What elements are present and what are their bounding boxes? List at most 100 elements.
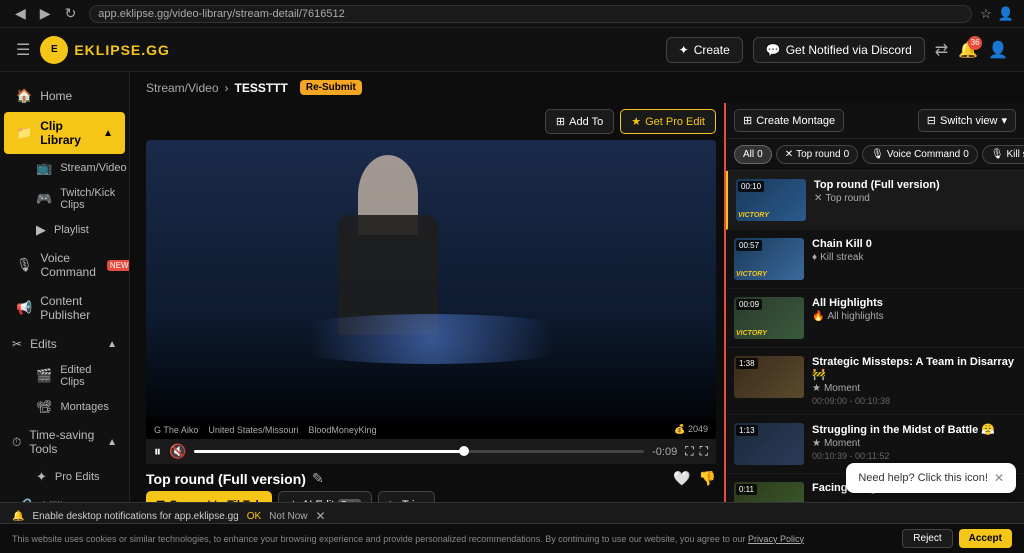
sidebar-item-content-publisher[interactable]: 📢 Content Publisher [4, 287, 125, 329]
add-to-button[interactable]: ⊞ Add To [545, 109, 614, 134]
video-placeholder: G The Aiko United States/Missouri BloodM… [146, 140, 716, 439]
clip-item[interactable]: 1:38 Strategic Missteps: A Team in Disar… [726, 348, 1024, 415]
filter-all-count: 0 [757, 149, 763, 160]
pro-edit-button[interactable]: ★ Get Pro Edit [620, 109, 716, 134]
sidebar-sub-time: ✦ Pro Edits [0, 464, 129, 490]
play-pause-button[interactable]: ⏸ [154, 443, 161, 460]
sidebar-item-montages[interactable]: 📽 Montages [28, 394, 125, 420]
fullscreen-mini-button[interactable]: ⛶ [685, 444, 693, 459]
profile-icon[interactable]: 👤 [998, 6, 1014, 22]
help-close-button[interactable]: ✕ [994, 471, 1004, 485]
star-icon[interactable]: ☆ [980, 6, 992, 22]
clip-name: All Highlights [812, 297, 1016, 309]
clips-list: 00:10 VICTORY Top round (Full version) ✕… [726, 171, 1024, 553]
breadcrumb-separator: › [225, 81, 229, 95]
resubmit-badge[interactable]: Re-Submit [300, 80, 362, 95]
tag-star-icon: ★ [812, 383, 821, 394]
create-button[interactable]: ✦ Create [666, 37, 743, 63]
accept-button[interactable]: Accept [959, 529, 1012, 548]
like-button[interactable]: 🤍 [673, 470, 690, 487]
logo-text: EKLIPSE.GG [74, 42, 170, 58]
cookie-bell-icon: 🔔 [12, 511, 24, 522]
sidebar-item-stream-video[interactable]: 📺 Stream/Video [28, 155, 125, 181]
clip-item[interactable]: 00:09 VICTORY All Highlights 🔥 All highl… [726, 289, 1024, 348]
breadcrumb: Stream/Video › TESSTTT Re-Submit [130, 72, 1024, 103]
time-icon: ⏱ [12, 435, 21, 450]
clip-library-icon: 📁 [16, 125, 32, 141]
switch-view-button[interactable]: ⊟ Switch view ▾ [918, 109, 1016, 132]
video-player[interactable]: G The Aiko United States/Missouri BloodM… [146, 140, 716, 439]
clip-name: Chain Kill 0 [812, 238, 1016, 250]
filter-top-round-button[interactable]: ✕ Top round 0 [776, 145, 858, 164]
player-name: G The Aiko [154, 425, 198, 435]
share-button[interactable]: ⇄ [935, 40, 948, 60]
filter-voice-icon: 🎙 [871, 149, 884, 160]
victory-label: VICTORY [738, 212, 769, 219]
edit-title-button[interactable]: ✎ [312, 470, 324, 487]
filter-kill-button[interactable]: 🎙 Kill streak 0 [982, 145, 1024, 164]
logo-icon: E [40, 36, 68, 64]
dislike-button[interactable]: 👎 [699, 470, 716, 487]
fullscreen-button[interactable]: ⛶ [700, 444, 708, 459]
time-chevron-icon: ▲ [107, 437, 117, 448]
sidebar-item-edited-clips[interactable]: 🎬 Edited Clips [28, 359, 125, 393]
discord-icon: 💬 [766, 43, 781, 57]
nav-forward[interactable]: ▶ [35, 3, 56, 24]
stream-icon: 📺 [36, 160, 52, 176]
sidebar-item-voice-command[interactable]: 🎙 Voice Command NEW [4, 244, 125, 286]
discord-button[interactable]: 💬 Get Notified via Discord [753, 37, 925, 63]
notification-button[interactable]: 🔔 36 [958, 40, 978, 60]
tag-x-icon: ✕ [814, 193, 822, 204]
user-profile-button[interactable]: 👤 [988, 40, 1008, 60]
clip-thumbnail: 00:09 VICTORY [734, 297, 804, 339]
progress-bar[interactable] [194, 450, 644, 453]
clip-tag: ★ Moment [812, 438, 1016, 449]
nav-refresh[interactable]: ↻ [60, 3, 82, 24]
nav-back[interactable]: ◀ [10, 3, 31, 24]
filter-voice-button[interactable]: 🎙 Voice Command 0 [862, 145, 978, 164]
mute-button[interactable]: 🔇 [169, 443, 186, 460]
browser-topbar: ◀ ▶ ↻ app.eklipse.gg/video-library/strea… [0, 0, 1024, 28]
sidebar-item-twitch[interactable]: 🎮 Twitch/Kick Clips [28, 182, 125, 216]
clip-thumbnail: 1:38 [734, 356, 804, 398]
sidebar-item-clip-library[interactable]: 📁 Clip Library ▲ [4, 112, 125, 154]
sidebar-item-playlist[interactable]: ▶ Playlist [28, 217, 125, 243]
action-buttons: ⊞ Add To ★ Get Pro Edit [146, 103, 716, 140]
clip-duration: 1:13 [736, 425, 758, 436]
clips-filter: All 0 ✕ Top round 0 🎙 Voice Command 0 [726, 139, 1024, 171]
sidebar-item-pro-edits[interactable]: ✦ Pro Edits [28, 464, 125, 490]
cookie-not-now-button[interactable]: Not Now [269, 511, 307, 522]
clip-item[interactable]: 00:57 VICTORY Chain Kill 0 ♦ Kill streak [726, 230, 1024, 289]
clip-name: Struggling in the Midst of Battle 😤 [812, 423, 1016, 436]
sidebar-time-saving-toggle[interactable]: ⏱ Time-saving Tools ▲ [0, 421, 129, 463]
clip-duration: 0:11 [736, 484, 757, 495]
sidebar-item-home[interactable]: 🏠 Home [4, 81, 125, 111]
url-bar[interactable]: app.eklipse.gg/video-library/stream-deta… [89, 5, 972, 23]
pro-icon: ✦ [36, 469, 47, 485]
sidebar-edits-toggle[interactable]: ✂ Edits ▲ [0, 330, 129, 358]
filter-x-icon: ✕ [785, 149, 793, 160]
filter-top-count: 0 [844, 149, 850, 160]
help-bubble: Need help? Click this icon! ✕ [846, 463, 1016, 493]
clip-title-area: Top round (Full version) ✎ [146, 470, 324, 487]
add-icon: ⊞ [556, 115, 565, 128]
reject-button[interactable]: Reject [902, 529, 952, 548]
clip-tag: ✕ Top round [814, 193, 1016, 204]
clip-name: Top round (Full version) [814, 179, 1016, 191]
browser-right: ☆ 👤 [980, 6, 1014, 22]
logo: E EKLIPSE.GG [40, 36, 170, 64]
sidebar-sub-clip: 📺 Stream/Video 🎮 Twitch/Kick Clips ▶ Pla… [0, 155, 129, 243]
clip-time: 00:09:00 - 00:10:38 [812, 396, 1016, 406]
filter-all-button[interactable]: All 0 [734, 145, 772, 164]
tag-star2-icon: ★ [812, 438, 821, 449]
cookie-ok-button[interactable]: OK [247, 511, 261, 522]
cookie-close-button[interactable]: ✕ [316, 509, 326, 523]
clip-item[interactable]: 00:10 VICTORY Top round (Full version) ✕… [726, 171, 1024, 230]
hamburger-icon[interactable]: ☰ [16, 40, 30, 60]
create-montage-button[interactable]: ⊞ Create Montage [734, 109, 844, 132]
video-controls: ⏸ 🔇 -0:09 ⛶ ⛶ [146, 439, 716, 464]
breadcrumb-stream-link[interactable]: Stream/Video [146, 81, 219, 95]
video-section: ⊞ Add To ★ Get Pro Edit [130, 103, 724, 553]
clip-like-area: 🤍 👎 [673, 470, 716, 487]
privacy-policy-link[interactable]: Privacy Policy [748, 534, 804, 544]
